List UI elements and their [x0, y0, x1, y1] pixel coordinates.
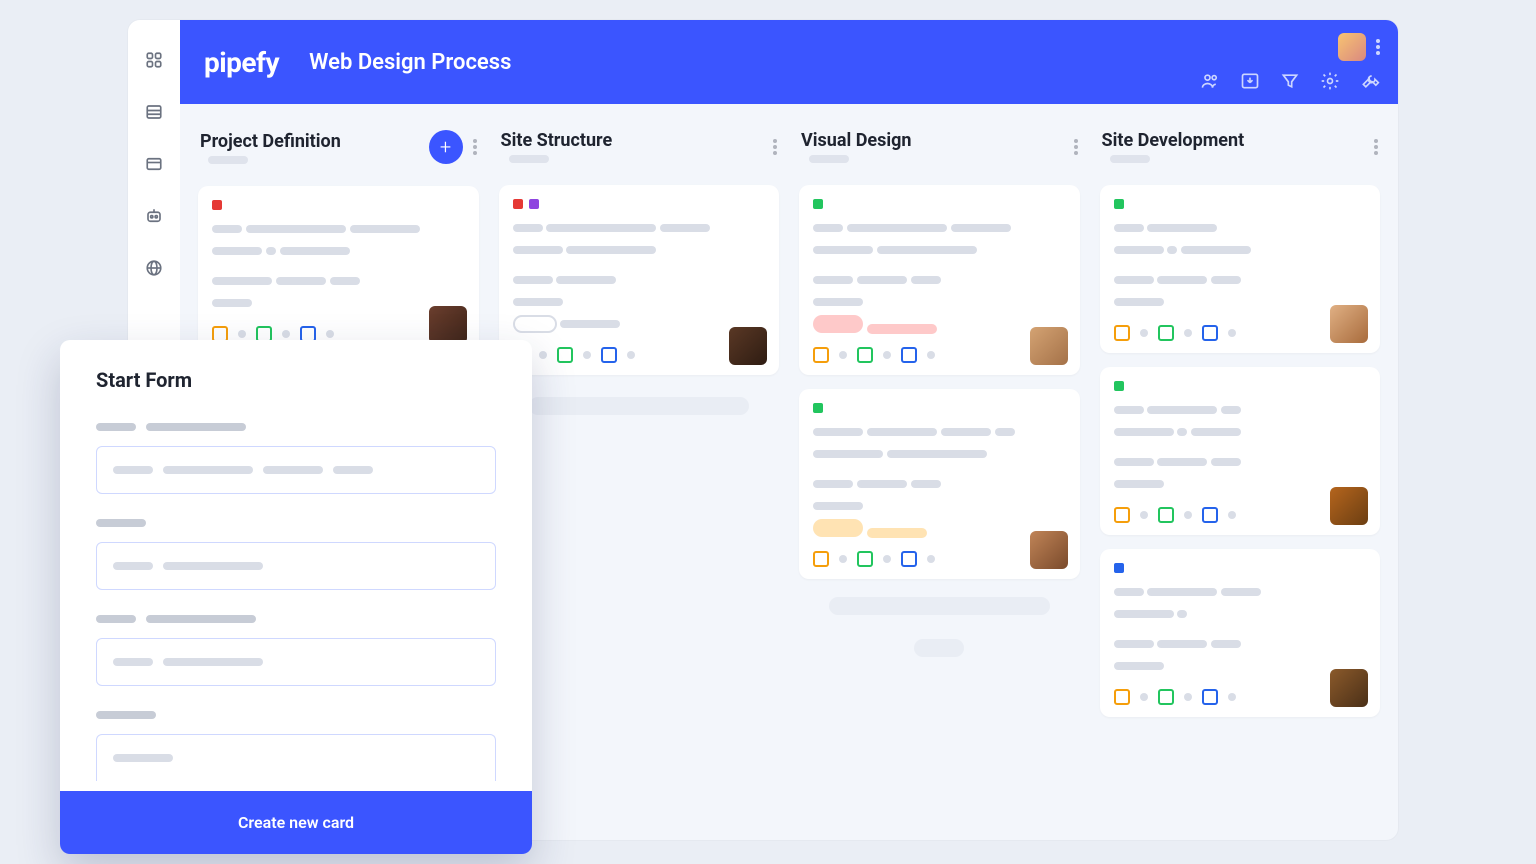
- due-icon: [1114, 325, 1130, 341]
- header-actions: [1200, 20, 1380, 104]
- column-menu-icon[interactable]: [473, 139, 477, 155]
- column-subtitle-placeholder: [1110, 155, 1150, 163]
- card[interactable]: [1100, 367, 1381, 535]
- column-title: Visual Design: [801, 130, 1064, 151]
- card-placeholder: [914, 639, 964, 657]
- form-group: [96, 610, 496, 686]
- assignee-avatar: [1330, 305, 1368, 343]
- tag-blue: [1114, 563, 1124, 573]
- add-card-button[interactable]: +: [429, 130, 463, 164]
- sync-icon: [1202, 507, 1218, 523]
- tools-icon[interactable]: [1360, 71, 1380, 91]
- tag-purple: [529, 199, 539, 209]
- import-icon[interactable]: [1240, 71, 1260, 91]
- form-group: [96, 418, 496, 494]
- sync-icon: [901, 347, 917, 363]
- column-visual-design: Visual Design: [793, 130, 1086, 814]
- column-site-structure: Site Structure: [493, 130, 786, 814]
- column-menu-icon[interactable]: [1074, 139, 1078, 155]
- brand-logo[interactable]: pipefy: [204, 46, 279, 79]
- assignee-avatar: [1030, 327, 1068, 365]
- sync-icon: [901, 551, 917, 567]
- web-icon[interactable]: [142, 256, 166, 280]
- column-subtitle-placeholder: [208, 156, 248, 164]
- page-title: Web Design Process: [309, 50, 511, 75]
- column-site-development: Site Development: [1094, 130, 1387, 814]
- form-input[interactable]: [96, 734, 496, 781]
- due-icon: [1114, 689, 1130, 705]
- card-placeholder: [529, 397, 750, 415]
- form-input[interactable]: [96, 446, 496, 494]
- column-menu-icon[interactable]: [773, 139, 777, 155]
- tag-green: [813, 403, 823, 413]
- column-subtitle-placeholder: [809, 155, 849, 163]
- modal-title: Start Form: [96, 368, 496, 392]
- user-avatar[interactable]: [1338, 33, 1366, 61]
- checklist-icon: [557, 347, 573, 363]
- sync-icon: [1202, 325, 1218, 341]
- column-subtitle-placeholder: [509, 155, 549, 163]
- column-title: Project Definition: [200, 131, 419, 152]
- assignee-avatar: [1030, 531, 1068, 569]
- card[interactable]: [799, 185, 1080, 375]
- filter-icon[interactable]: [1280, 71, 1300, 91]
- assignee-avatar: [729, 327, 767, 365]
- card-placeholder: [829, 597, 1050, 615]
- card[interactable]: [1100, 185, 1381, 353]
- due-icon: [813, 347, 829, 363]
- sync-icon: [1202, 689, 1218, 705]
- tag-red: [212, 200, 222, 210]
- automation-icon[interactable]: [142, 204, 166, 228]
- tag-red: [513, 199, 523, 209]
- settings-icon[interactable]: [1320, 71, 1340, 91]
- card[interactable]: [198, 186, 479, 354]
- create-card-button[interactable]: Create new card: [60, 791, 532, 854]
- form-group: [96, 514, 496, 590]
- tag-green: [813, 199, 823, 209]
- checklist-icon: [1158, 689, 1174, 705]
- assignee-avatar: [1330, 487, 1368, 525]
- header-menu-icon[interactable]: [1376, 39, 1380, 55]
- card[interactable]: [499, 185, 780, 375]
- start-form-modal: Start Form Create new card: [60, 340, 532, 854]
- due-icon: [813, 551, 829, 567]
- checklist-icon: [857, 347, 873, 363]
- brand-text: pipefy: [204, 46, 279, 79]
- form-input[interactable]: [96, 638, 496, 686]
- tag-green: [1114, 381, 1124, 391]
- column-menu-icon[interactable]: [1374, 139, 1378, 155]
- checklist-icon: [1158, 507, 1174, 523]
- assignee-avatar: [429, 306, 467, 344]
- header: pipefy Web Design Process: [180, 20, 1398, 104]
- card[interactable]: [1100, 549, 1381, 717]
- assignee-avatar: [1330, 669, 1368, 707]
- members-icon[interactable]: [1200, 71, 1220, 91]
- column-title: Site Development: [1102, 130, 1365, 151]
- card[interactable]: [799, 389, 1080, 579]
- checklist-icon: [1158, 325, 1174, 341]
- checklist-icon: [857, 551, 873, 567]
- form-input[interactable]: [96, 542, 496, 590]
- column-title: Site Structure: [501, 130, 764, 151]
- grid-icon[interactable]: [142, 48, 166, 72]
- sync-icon: [601, 347, 617, 363]
- card-icon[interactable]: [142, 152, 166, 176]
- form-group: [96, 706, 496, 781]
- due-icon: [1114, 507, 1130, 523]
- tag-green: [1114, 199, 1124, 209]
- list-icon[interactable]: [142, 100, 166, 124]
